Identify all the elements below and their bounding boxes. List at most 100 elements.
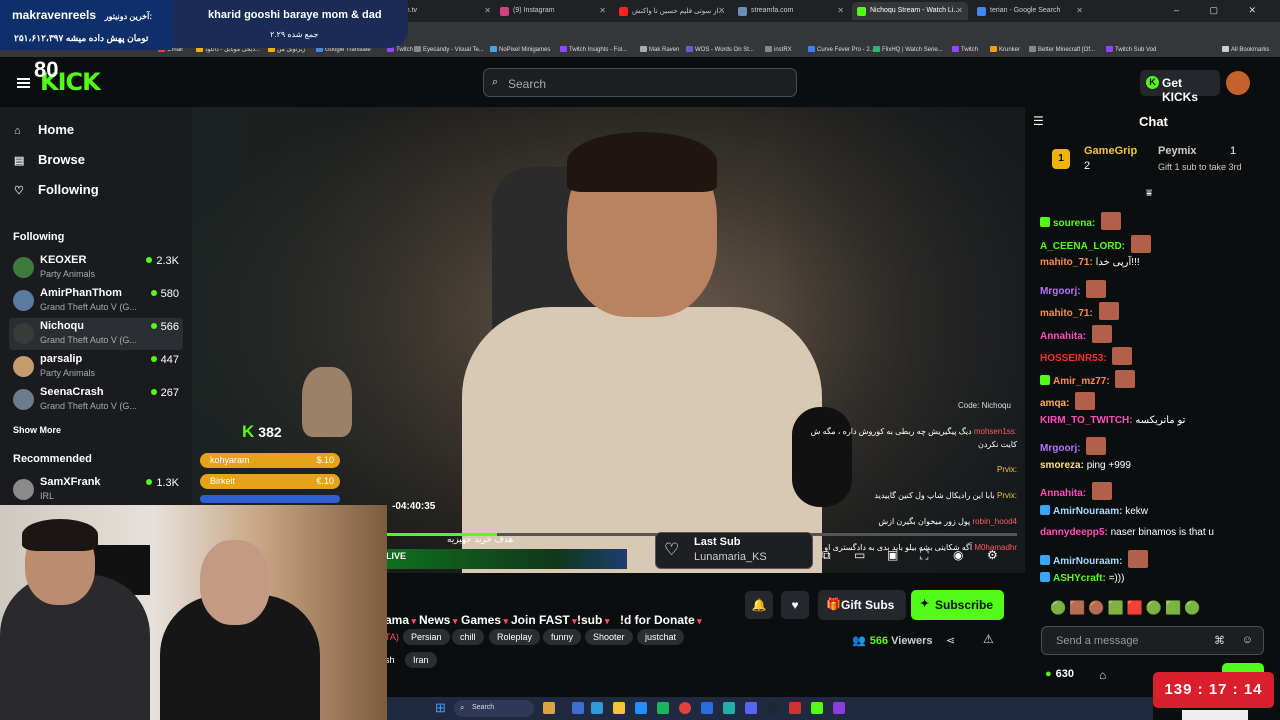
discord-icon[interactable] (745, 702, 757, 714)
report-icon[interactable]: ⚠ (983, 632, 994, 646)
bookmark-item[interactable]: instRX (765, 46, 792, 53)
bookmark-item[interactable]: WOS - Words On St... (686, 46, 754, 53)
commands-icon[interactable]: ⌘ (1214, 634, 1225, 647)
tag[interactable]: sh (385, 652, 403, 668)
nav-home[interactable]: ⌂ Home (14, 122, 74, 137)
browser-tab[interactable]: از سوتی فلیم حسین تا واکنش... ✕ (614, 2, 730, 20)
browser-tab[interactable]: (9) Instagram ✕ (495, 2, 611, 20)
tag[interactable]: Iran (405, 652, 437, 668)
chat-message[interactable]: sourena: (1040, 212, 1122, 230)
bookmark-item[interactable]: Twitch Sub Vod (1106, 46, 1156, 53)
channel-points[interactable]: ● 630 (1045, 668, 1074, 680)
get-kicks-button[interactable]: K Get KICKs (1140, 70, 1220, 104)
category-link[interactable]: Games (461, 613, 508, 627)
taskbar-app-icon[interactable] (789, 702, 801, 714)
chat-input[interactable]: Send a message ⌘ ☺ (1041, 626, 1264, 655)
chat-message[interactable]: AmirNouraam: kekw (1040, 504, 1148, 517)
chat-message[interactable]: Mrgoorj: (1040, 437, 1107, 455)
recommended-item-samxfrank[interactable]: SamXFrank IRL 1.3K (13, 474, 183, 506)
chat-message[interactable]: AmirNouraam: (1040, 549, 1149, 568)
share-icon[interactable]: ⋖ (946, 634, 955, 647)
chat-username[interactable]: Amir_mz77: (1053, 376, 1110, 387)
taskbar-app-icon[interactable] (543, 702, 555, 714)
chat-message[interactable]: mahito_71: (1040, 302, 1119, 320)
chat-message[interactable]: Annahita: (1040, 482, 1112, 500)
tag[interactable]: chill (452, 629, 484, 645)
tab-close-icon[interactable]: ✕ (1076, 6, 1083, 15)
chat-username[interactable]: AmirNouraam: (1053, 506, 1122, 517)
tab-close-icon[interactable]: ✕ (718, 6, 725, 15)
tag[interactable]: funny (543, 629, 582, 645)
chat-username[interactable]: Annahita: (1040, 331, 1086, 342)
chat-filter-icon[interactable]: ⩸ (1146, 188, 1152, 199)
following-item-keoxer[interactable]: KEOXER Party Animals 2.3K (13, 252, 183, 284)
tag[interactable]: Roleplay (489, 629, 541, 645)
gift-subs-button[interactable]: 🎁 Gift Subs (818, 590, 906, 620)
tag[interactable]: justchat (637, 629, 685, 645)
category-link[interactable]: News (419, 613, 457, 627)
following-item-seenacrash[interactable]: SeenaCrash Grand Theft Auto V (G... 267 (13, 384, 183, 416)
heart-follow-button[interactable]: ♥ (781, 591, 809, 619)
category-link[interactable]: !d for Donate (620, 613, 702, 627)
window-controls[interactable]: – ▢ ✕ (1174, 5, 1270, 16)
taskbar-app-icon[interactable] (657, 702, 669, 714)
taskbar-app-icon[interactable] (613, 702, 625, 714)
taskbar-app-icon[interactable] (811, 702, 823, 714)
chat-username[interactable]: ASHYcraft: (1053, 573, 1106, 584)
windows-start-icon[interactable]: ⊞ (435, 700, 446, 716)
bookmark-item[interactable]: Better Minecraft [Of... (1029, 46, 1095, 53)
tag[interactable]: Persian (403, 629, 450, 645)
nav-browse[interactable]: ▤ Browse (14, 152, 85, 167)
browser-tab[interactable]: Nichoqu Stream - Watch Li... ✕ (852, 2, 968, 20)
bookmark-item[interactable]: Curve Fever Pro - 2... (808, 46, 875, 53)
chat-message[interactable]: Mrgoorj: (1040, 279, 1107, 298)
bell-icon[interactable]: 🔔 (745, 591, 773, 619)
chat-message[interactable]: dannydeepp5: naser binamos is that u (1040, 527, 1214, 538)
bookmark-item[interactable]: Twitch (952, 46, 978, 53)
category-link[interactable]: Join FAST (511, 613, 577, 627)
chat-message[interactable]: KIRM_TO_TWITCH: تو ماتریکسه (1040, 415, 1185, 426)
collapse-chat-icon[interactable]: ☰ (1033, 114, 1044, 128)
bookmark-item[interactable]: Eyecandy - Visual Te... (414, 46, 484, 53)
bookmark-item[interactable]: All Bookmarks (1222, 46, 1269, 53)
chat-username[interactable]: Mrgoorj: (1040, 443, 1081, 454)
browser-tab[interactable]: streamfa.com ✕ (733, 2, 849, 20)
browser-tab[interactable]: terian - Google Search ✕ (972, 2, 1088, 20)
user-avatar[interactable] (1226, 71, 1250, 95)
bookmark-item[interactable]: FlixHQ | Watch Serie... (873, 46, 943, 53)
chat-message[interactable]: amqa: (1040, 392, 1096, 410)
chat-username[interactable]: mahito_71: (1040, 308, 1093, 319)
chat-username[interactable]: smoreza: (1040, 460, 1084, 471)
taskbar-search[interactable]: ⌕ Search (454, 700, 534, 717)
chat-message[interactable]: ASHYcraft: =))) (1040, 572, 1124, 584)
chat-message[interactable]: A_CEENA_LORD: (1040, 234, 1151, 253)
menu-icon[interactable] (17, 78, 30, 88)
settings-icon[interactable]: ⚙ (987, 548, 998, 562)
miniplayer-icon[interactable]: ▣ (887, 548, 898, 562)
tab-close-icon[interactable]: ✕ (599, 6, 606, 15)
search-input[interactable]: ⌕ Search (483, 68, 797, 97)
video-player[interactable]: K 382 kohyaram $.10 Birkeit €.10 -04:40:35 … (192, 107, 1025, 573)
theater-icon[interactable]: ▭ (854, 548, 865, 562)
show-more-link[interactable]: Show More (13, 425, 61, 435)
nav-following[interactable]: ♡ Following (14, 182, 99, 197)
bookmark-item[interactable]: Mak Raven (640, 46, 679, 53)
chat-username[interactable]: A_CEENA_LORD: (1040, 241, 1125, 252)
chat-message[interactable]: Annahita: (1040, 324, 1112, 343)
chat-message[interactable]: mahito_71: آرپی خدا!!! (1040, 257, 1140, 268)
chat-username[interactable]: Mrgoorj: (1040, 286, 1081, 297)
bookmark-item[interactable]: Krunker (990, 46, 1020, 53)
chat-username[interactable]: AmirNouraam: (1053, 556, 1122, 567)
category-link[interactable]: !sub (577, 613, 609, 627)
bookmark-item[interactable]: Twitch Insights - Fol... (560, 46, 627, 53)
chat-username[interactable]: amqa: (1040, 398, 1069, 409)
quality-icon[interactable]: ◉ (953, 548, 963, 562)
tag[interactable]: Shooter (585, 629, 633, 645)
chrome-icon[interactable] (679, 702, 691, 714)
taskbar-app-icon[interactable] (591, 702, 603, 714)
tab-close-icon[interactable]: ✕ (956, 6, 963, 15)
store-icon[interactable]: ⌂ (1099, 668, 1106, 682)
pip-icon[interactable]: ⧉ (822, 548, 831, 563)
emoji-icon[interactable]: ☺ (1242, 634, 1253, 646)
chat-message[interactable]: smoreza: ping +999 (1040, 460, 1131, 471)
